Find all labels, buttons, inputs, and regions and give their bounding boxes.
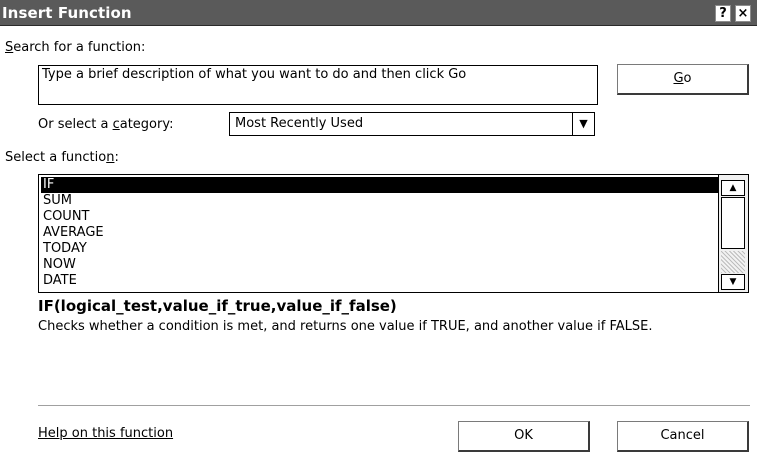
insert-function-dialog: Insert Function ? × Search for a functio…	[0, 0, 757, 459]
category-label-accesskey: c	[112, 117, 120, 132]
category-selected-value: Most Recently Used	[235, 116, 364, 131]
help-button[interactable]: ?	[715, 5, 731, 22]
list-item-now[interactable]: NOW	[41, 257, 718, 273]
function-list-label: Select a function:	[5, 150, 119, 165]
function-list-scrollbar[interactable]: ▲ ▼	[718, 175, 748, 292]
function-list: IF SUM COUNT AVERAGE TODAY NOW DATE	[41, 177, 718, 289]
go-button[interactable]: Go	[617, 64, 749, 95]
list-item-average[interactable]: AVERAGE	[41, 225, 718, 241]
search-label: Search for a function:	[5, 40, 146, 55]
help-link[interactable]: Help on this function	[38, 426, 173, 441]
footer-divider	[38, 405, 750, 406]
ok-button[interactable]: OK	[458, 421, 590, 452]
function-signature: IF(logical_test,value_if_true,value_if_f…	[38, 297, 397, 315]
scrollbar-thumb[interactable]	[721, 197, 745, 249]
category-label: Or select a category:	[38, 117, 174, 132]
title-bar[interactable]: Insert Function ? ×	[0, 0, 757, 26]
function-listbox[interactable]: IF SUM COUNT AVERAGE TODAY NOW DATE ▲ ▼	[38, 174, 749, 293]
cancel-button[interactable]: Cancel	[617, 421, 749, 452]
list-item-if[interactable]: IF	[41, 177, 718, 193]
scroll-up-icon[interactable]: ▲	[721, 180, 745, 196]
chevron-down-icon[interactable]: ▼	[572, 113, 594, 135]
list-item-count[interactable]: COUNT	[41, 209, 718, 225]
scroll-down-icon[interactable]: ▼	[721, 274, 745, 290]
category-select[interactable]: Most Recently Used ▼	[229, 112, 595, 136]
list-item-today[interactable]: TODAY	[41, 241, 718, 257]
dialog-title: Insert Function	[2, 4, 132, 22]
function-description: Checks whether a condition is met, and r…	[38, 319, 653, 334]
list-item-sum[interactable]: SUM	[41, 193, 718, 209]
search-input[interactable]: Type a brief description of what you wan…	[38, 65, 598, 105]
close-button[interactable]: ×	[735, 5, 751, 22]
list-item-date[interactable]: DATE	[41, 273, 718, 289]
scrollbar-track[interactable]	[721, 251, 745, 273]
